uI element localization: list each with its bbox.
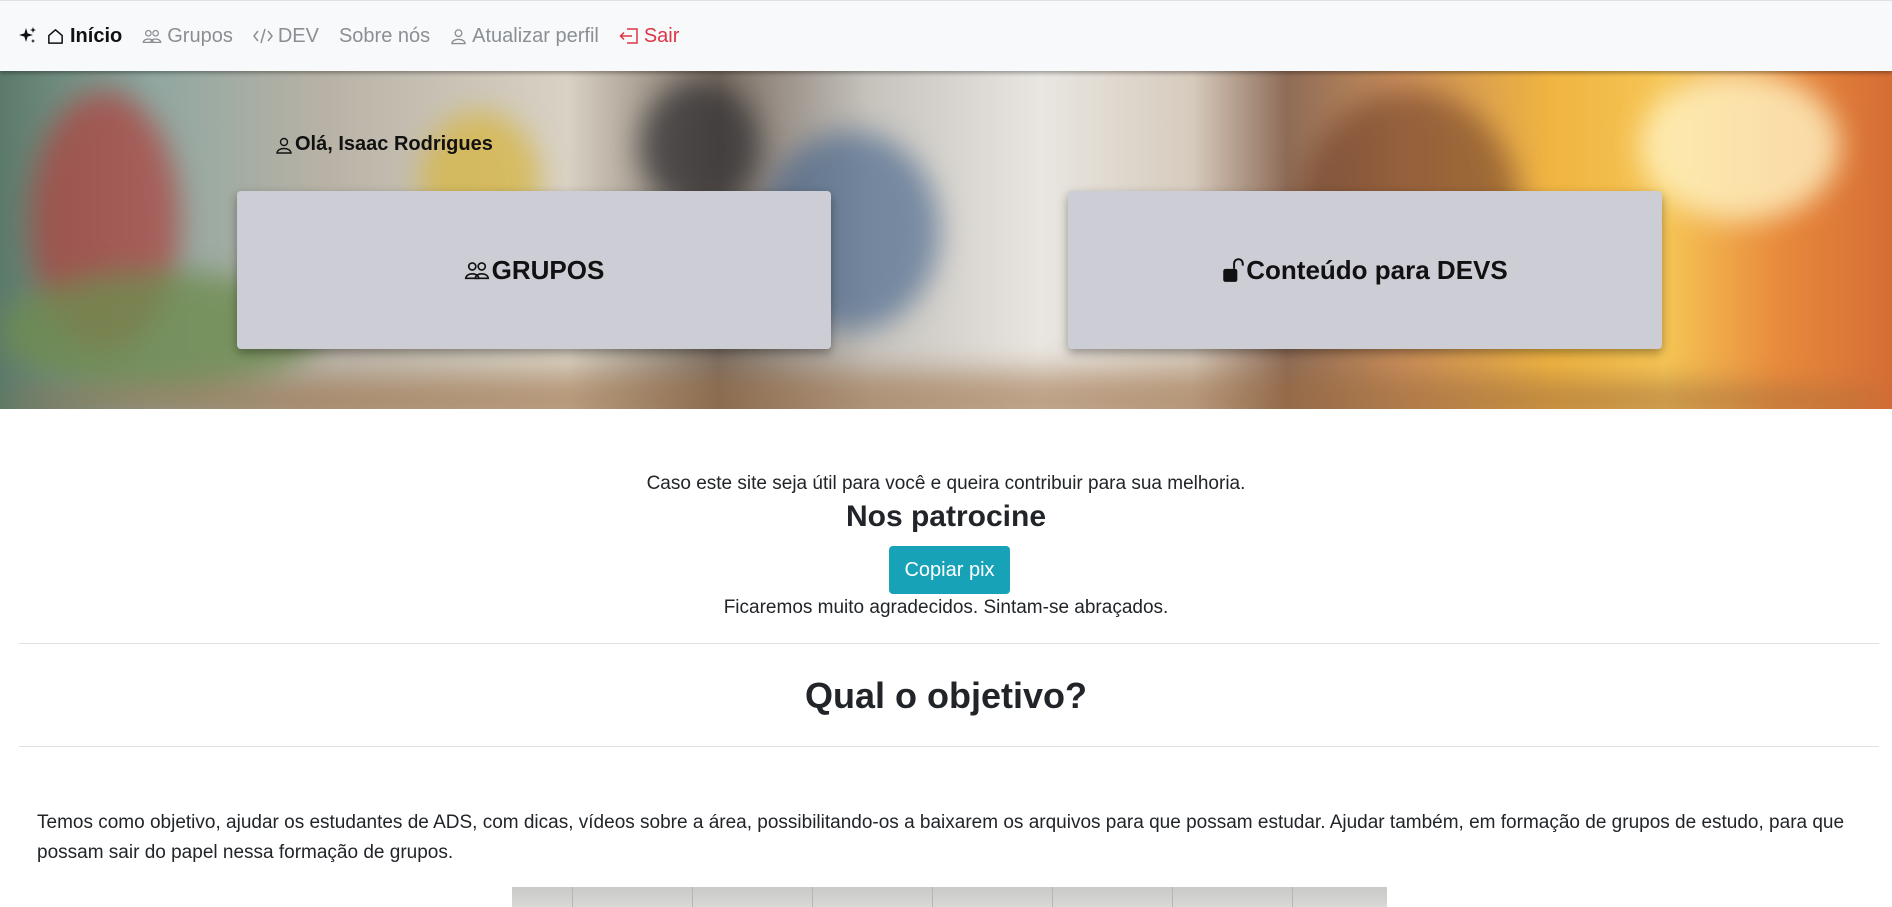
brick-line — [1292, 887, 1293, 907]
people-icon — [464, 262, 489, 280]
brick-line — [572, 887, 573, 907]
groups-card[interactable]: GRUPOS — [237, 191, 831, 349]
sponsor-intro: Caso este site seja útil para você e que… — [646, 473, 1246, 494]
person-icon — [276, 137, 292, 154]
people-icon — [142, 29, 162, 43]
unlock-icon — [1223, 258, 1244, 282]
hero-banner: Olá, Isaac Rodrigues GRUPOS Conteúdo par… — [0, 71, 1892, 409]
brick-line — [812, 887, 813, 907]
brick-line — [932, 887, 933, 907]
nav-item-inicio[interactable]: Início — [46, 25, 122, 48]
groups-card-label: GRUPOS — [491, 254, 605, 285]
nav-label-grupos: Grupos — [167, 24, 233, 47]
nav-label-inicio: Início — [70, 24, 123, 47]
user-greeting: Olá, Isaac Rodrigues — [275, 133, 493, 156]
nav-item-sair[interactable]: Sair — [619, 24, 680, 48]
dev-card-label: Conteúdo para DEVS — [1246, 254, 1508, 285]
sponsor-title: Nos patrocine — [845, 500, 1047, 533]
hero-background-shape — [0, 371, 1892, 409]
divider — [19, 746, 1879, 747]
sparkle-logo-icon[interactable] — [18, 25, 40, 47]
sponsor-thanks: Ficaremos muito agradecidos. Sintam-se a… — [723, 597, 1169, 618]
code-icon — [252, 28, 273, 44]
person-icon — [451, 29, 466, 45]
nav-label-atualizar-perfil: Atualizar perfil — [472, 24, 599, 47]
brick-line — [692, 887, 693, 907]
objective-text: Temos como objetivo, ajudar os estudante… — [37, 812, 1845, 863]
divider — [19, 643, 1879, 644]
brick-wall-image — [512, 887, 1387, 907]
greeting-text: Olá, Isaac Rodrigues — [295, 133, 493, 155]
nav-item-sobre-nos[interactable]: Sobre nós — [339, 25, 430, 48]
nav-item-atualizar-perfil[interactable]: Atualizar perfil — [450, 25, 599, 48]
logout-icon — [619, 28, 638, 44]
home-icon — [48, 28, 63, 44]
nav-item-grupos[interactable]: Grupos — [142, 25, 233, 48]
nav-label-dev: DEV — [277, 24, 319, 47]
objective-title: Qual o objetivo? — [804, 675, 1087, 716]
hero-background-shape — [1640, 71, 1840, 221]
nav-label-sobre-nos: Sobre nós — [338, 24, 431, 47]
brick-line — [1052, 887, 1053, 907]
dev-content-card[interactable]: Conteúdo para DEVS — [1068, 191, 1662, 349]
nav-item-dev[interactable]: DEV — [252, 24, 319, 48]
copy-pix-button[interactable]: Copiar pix — [889, 546, 1010, 594]
top-navbar: Início Grupos DEV Sobre nós Atualizar pe… — [0, 0, 1892, 71]
nav-label-sair: Sair — [643, 24, 680, 47]
brick-line — [1172, 887, 1173, 907]
